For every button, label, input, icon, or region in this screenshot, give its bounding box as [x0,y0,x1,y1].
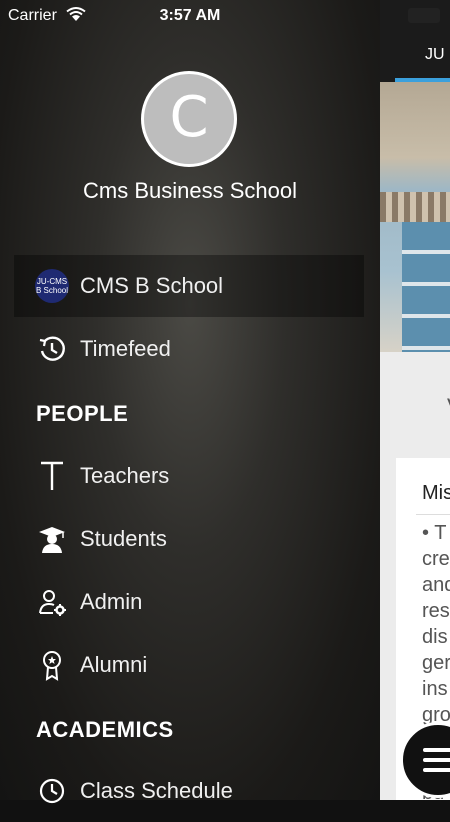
menu-item-cms-b-school[interactable]: JU-CMS B School CMS B School [14,255,364,317]
menu-item-label: Teachers [80,463,170,488]
section-heading-people: PEOPLE [36,401,129,426]
menu-item-label: CMS B School [80,273,224,298]
school-logo-icon: JU-CMS B School [35,269,69,303]
class-schedule-icon [34,773,70,809]
hamburger-icon [423,742,450,778]
menu-item-label: Alumni [80,652,148,677]
section-heading-academics: ACADEMICS [36,717,174,742]
menu-item-label: Students [80,526,167,551]
graduate-icon [34,521,70,557]
alumni-badge-icon [34,647,70,683]
menu-item-label: Class Schedule [80,778,233,803]
menu-item-students[interactable]: Students [14,508,364,570]
menu-item-timefeed[interactable]: Timefeed [14,318,364,380]
clock: 3:57 AM [159,7,221,24]
timefeed-icon [34,331,70,367]
menu-item-admin[interactable]: Admin [14,571,364,633]
tab-ju[interactable]: JU [425,46,445,64]
campus-building-photo [380,82,450,352]
navigation-drawer: C Cms Business School JU-CMS B School CM… [0,0,380,804]
menu-item-teachers[interactable]: Teachers [14,445,364,507]
admin-icon [34,584,70,620]
avatar[interactable]: C [141,71,237,167]
avatar-initial: C [169,84,209,150]
status-bar: Carrier 3:57 AM [0,0,450,32]
menu-item-label: Admin [80,589,143,614]
menu-item-class-schedule[interactable]: Class Schedule [14,760,364,822]
teachers-icon [34,458,70,494]
school-name: Cms Business School [83,178,297,203]
menu-item-label: Timefeed [80,336,171,361]
divider [416,514,450,515]
main-content-panel: JU V Mis • T cre and res dis ger ins gro… [380,0,450,800]
menu-item-alumni[interactable]: Alumni [14,634,364,696]
card-heading: Mis [422,482,450,504]
building-windows [402,222,450,352]
battery-icon [408,8,440,23]
